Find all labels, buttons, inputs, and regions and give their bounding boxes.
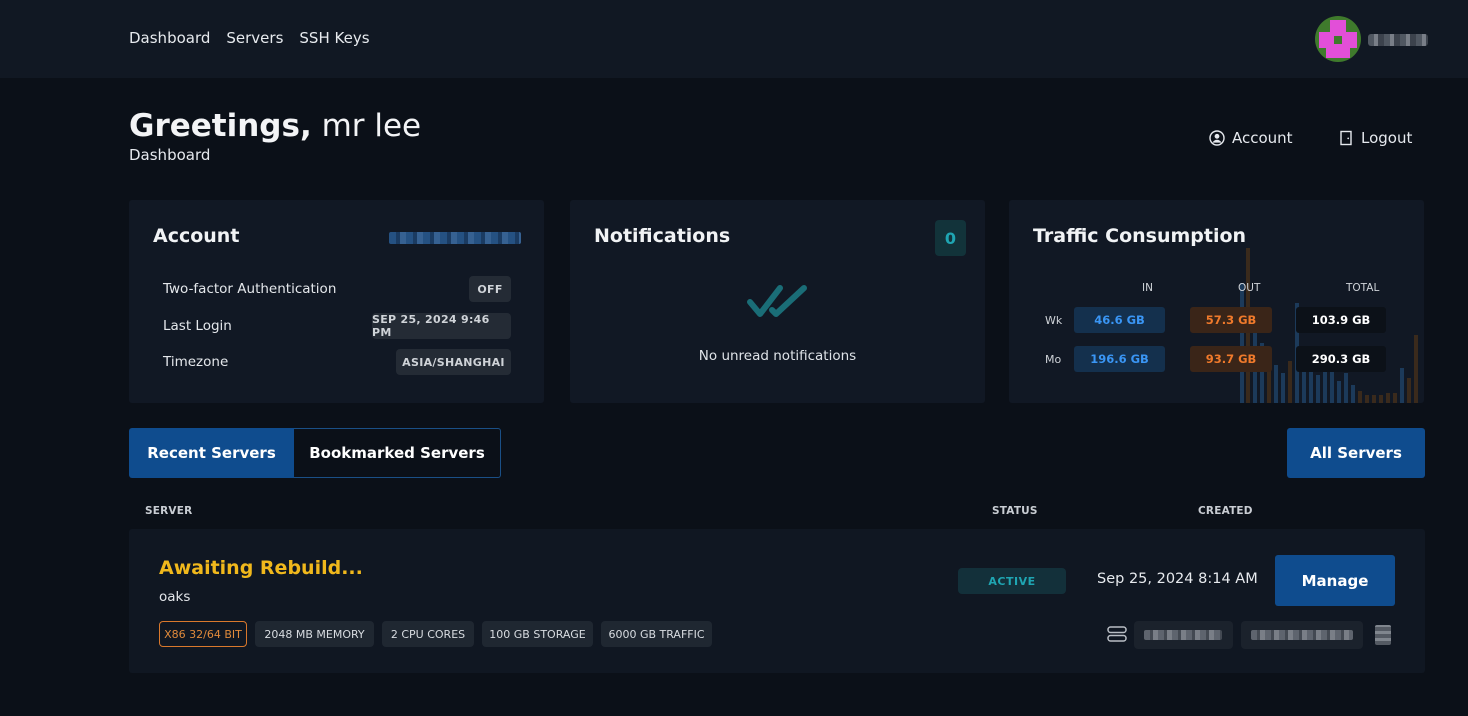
top-navbar: Dashboard Servers SSH Keys [0, 0, 1468, 78]
spec-memory: 2048 MB MEMORY [255, 621, 374, 647]
main-nav: Dashboard Servers SSH Keys [129, 29, 370, 47]
two-factor-badge: OFF [469, 276, 511, 302]
account-card: Account Two-factor Authentication OFF La… [129, 200, 544, 403]
timezone-badge: ASIA/SHANGHAI [396, 349, 511, 375]
page-title: Greetings, mr lee [129, 108, 421, 144]
notifications-card-title: Notifications [594, 225, 731, 247]
account-id-redacted [389, 232, 521, 244]
user-circle-icon [1209, 130, 1225, 146]
account-card-title: Account [153, 225, 240, 247]
traffic-card: Traffic Consumption IN OUT TOTAL Wk 46.6… [1009, 200, 1424, 403]
username-redacted[interactable] [1368, 34, 1428, 46]
server-row: Awaiting Rebuild... oaks X86 32/64 BIT 2… [129, 529, 1425, 673]
notification-count-badge: 0 [935, 220, 966, 256]
ip-address-redacted[interactable] [1134, 621, 1233, 649]
logout-link[interactable]: Logout [1338, 129, 1412, 147]
timezone-label: Timezone [163, 354, 229, 370]
copy-icon[interactable] [1375, 625, 1391, 645]
page-subtitle: Dashboard [129, 146, 211, 164]
last-login-label: Last Login [163, 318, 232, 334]
ipv6-address-redacted[interactable] [1241, 621, 1363, 649]
column-header-created: CREATED [1198, 505, 1253, 517]
traffic-header-total: TOTAL [1346, 282, 1380, 294]
spec-traffic: 6000 GB TRAFFIC [601, 621, 712, 647]
traffic-header-in: IN [1142, 282, 1153, 294]
server-hostname: oaks [159, 589, 191, 605]
tab-bookmarked-servers[interactable]: Bookmarked Servers [294, 428, 501, 478]
manage-button[interactable]: Manage [1275, 555, 1395, 606]
traffic-week-total: 103.9 GB [1296, 307, 1386, 333]
traffic-row-month-label: Mo [1045, 353, 1062, 366]
tab-recent-servers[interactable]: Recent Servers [129, 428, 294, 478]
avatar[interactable] [1315, 16, 1361, 62]
notifications-card: Notifications 0 No unread notifications [570, 200, 985, 403]
last-login-badge: SEP 25, 2024 9:46 PM [372, 313, 511, 339]
traffic-month-in: 196.6 GB [1074, 346, 1165, 372]
server-title[interactable]: Awaiting Rebuild... [159, 557, 363, 579]
door-exit-icon [1340, 130, 1352, 146]
account-link-label: Account [1232, 129, 1293, 147]
spec-storage: 100 GB STORAGE [482, 621, 593, 647]
greeting-name: mr lee [321, 108, 422, 144]
traffic-month-out: 93.7 GB [1190, 346, 1272, 372]
traffic-week-out: 57.3 GB [1190, 307, 1272, 333]
server-stack-icon [1107, 626, 1127, 642]
traffic-card-title: Traffic Consumption [1033, 225, 1247, 247]
spec-architecture: X86 32/64 BIT [159, 621, 247, 647]
traffic-week-in: 46.6 GB [1074, 307, 1165, 333]
status-badge: ACTIVE [958, 568, 1066, 594]
account-link[interactable]: Account [1209, 129, 1293, 147]
two-factor-label: Two-factor Authentication [163, 281, 337, 297]
greeting-text: Greetings, [129, 108, 312, 144]
traffic-header-out: OUT [1238, 282, 1261, 294]
spec-cpu: 2 CPU CORES [382, 621, 474, 647]
no-notifications-text: No unread notifications [698, 348, 857, 364]
logout-link-label: Logout [1361, 129, 1413, 147]
nav-dashboard[interactable]: Dashboard [129, 29, 210, 47]
column-header-status: STATUS [992, 505, 1038, 517]
double-check-icon [747, 285, 807, 317]
traffic-row-week-label: Wk [1045, 314, 1063, 327]
all-servers-button[interactable]: All Servers [1287, 428, 1425, 478]
nav-servers[interactable]: Servers [226, 29, 283, 47]
column-header-server: SERVER [145, 505, 193, 517]
traffic-month-total: 290.3 GB [1296, 346, 1386, 372]
nav-ssh-keys[interactable]: SSH Keys [299, 29, 369, 47]
created-date: Sep 25, 2024 8:14 AM [1097, 571, 1258, 587]
